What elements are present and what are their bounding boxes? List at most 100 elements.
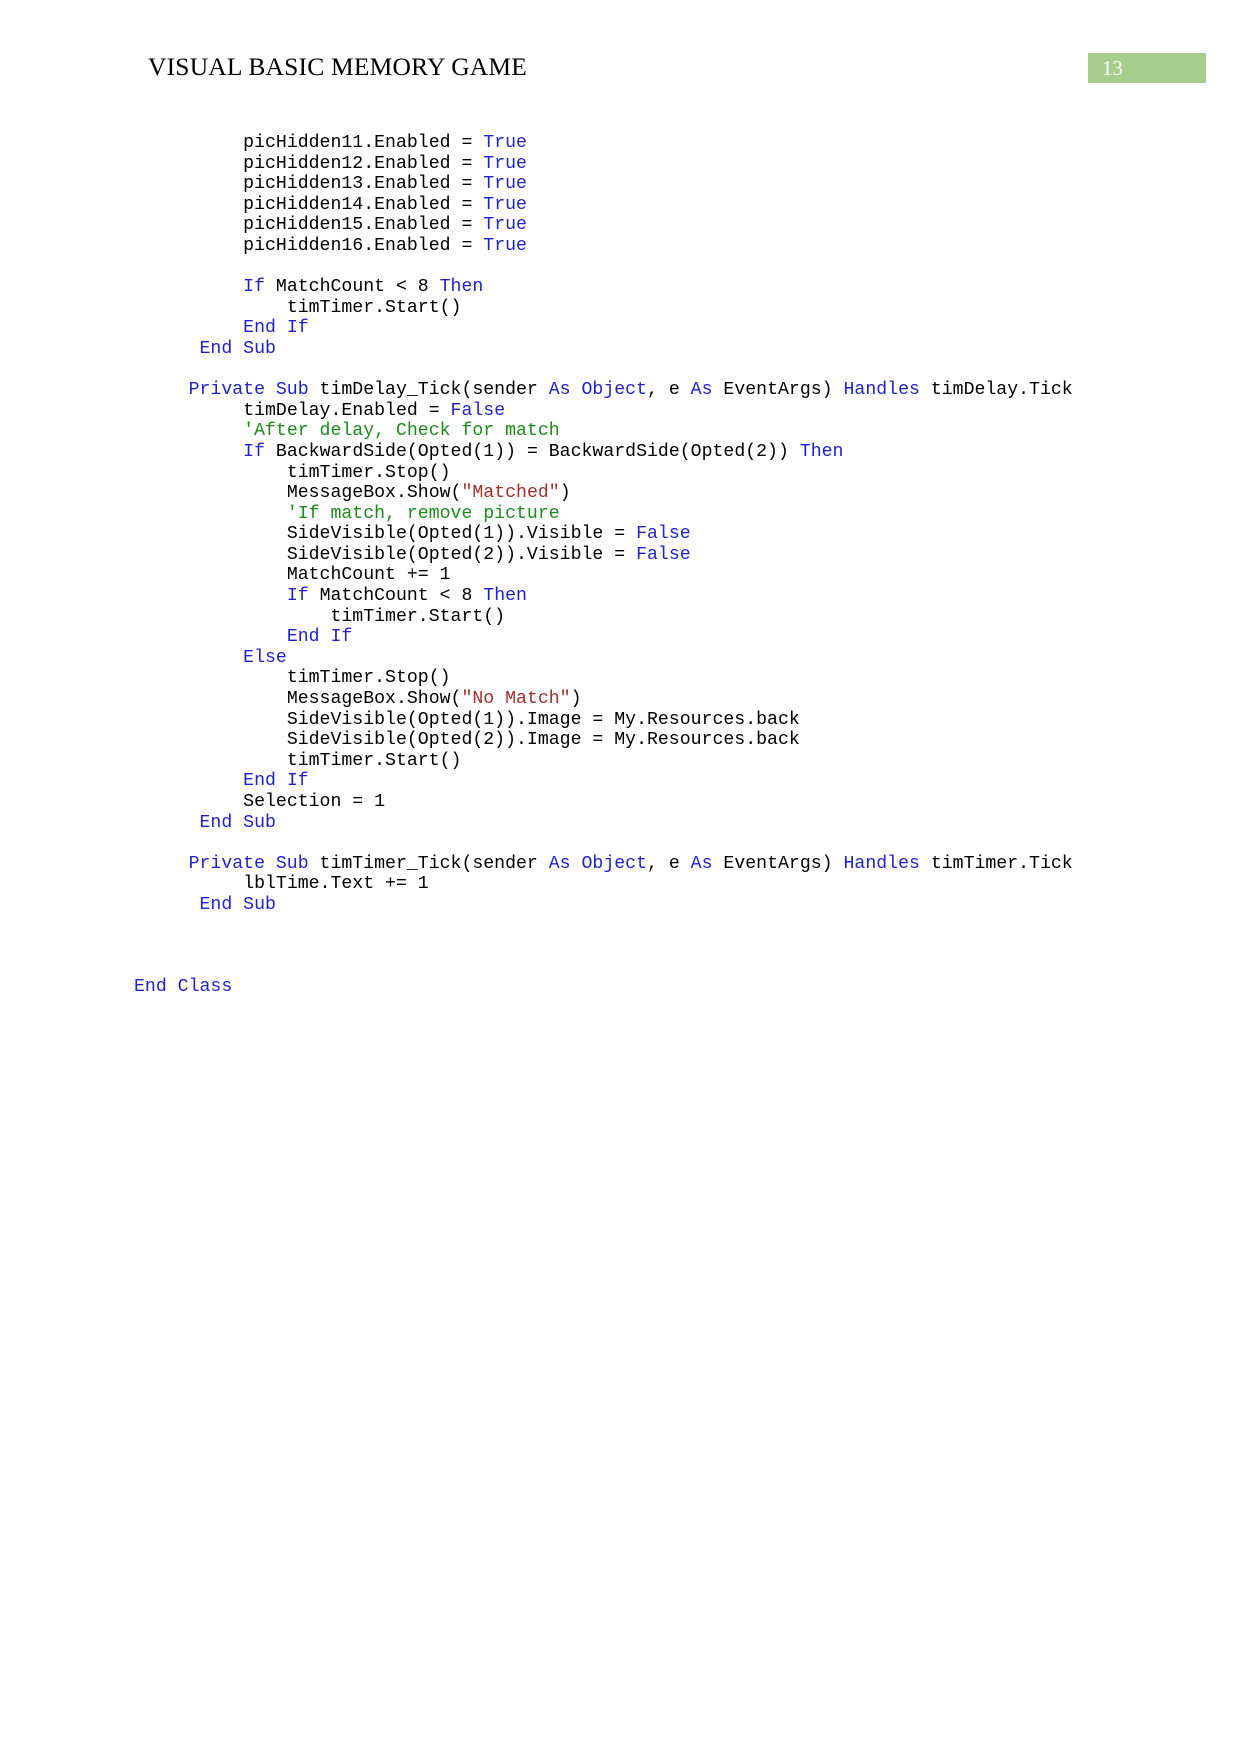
- code-token-pln: , e: [647, 380, 691, 401]
- code-token-pln: timTimer.Start(): [286, 297, 462, 318]
- code-token-kw: End Sub: [199, 812, 276, 833]
- code-token-pln: timDelay.Tick: [919, 380, 1073, 401]
- code-token-pln: picHidden15.Enabled =: [243, 215, 484, 236]
- code-token-cmt: 'If match, remove picture: [286, 503, 560, 524]
- code-line: SideVisible(Opted(2)).Visible = False: [134, 545, 1114, 566]
- code-listing: picHidden11.Enabled = True picHidden12.E…: [134, 133, 1114, 998]
- code-token-kw: Then: [483, 586, 527, 607]
- code-token-pln: timTimer.Start(): [286, 750, 462, 771]
- code-token-kw: If: [243, 441, 265, 462]
- code-token-kw: If: [243, 277, 265, 298]
- code-line: timTimer.Start(): [134, 298, 1114, 319]
- code-line: If MatchCount < 8 Then: [134, 277, 1114, 298]
- code-token-pln: picHidden13.Enabled =: [243, 174, 484, 195]
- code-token-kw: True: [483, 215, 527, 236]
- code-token-pln: ): [559, 483, 571, 504]
- code-token-pln: picHidden12.Enabled =: [243, 153, 484, 174]
- code-token-kw: As Object: [548, 380, 647, 401]
- code-line: 'If match, remove picture: [134, 504, 1114, 525]
- code-line: Private Sub timTimer_Tick(sender As Obje…: [134, 854, 1114, 875]
- code-line: End Class: [134, 977, 1114, 998]
- page-header: VISUAL BASIC MEMORY GAME 13: [0, 0, 1241, 110]
- code-token-pln: MatchCount < 8: [308, 586, 484, 607]
- code-token-pln: MessageBox.Show(: [286, 689, 462, 710]
- code-token-kw: End If: [243, 318, 309, 339]
- code-line: timTimer.Stop(): [134, 668, 1114, 689]
- code-line: lblTime.Text += 1: [134, 874, 1114, 895]
- code-token-pln: picHidden11.Enabled =: [243, 133, 484, 153]
- code-token-kw: Then: [439, 277, 484, 298]
- code-token-kw: As Object: [548, 853, 647, 874]
- code-token-kw: Private Sub: [188, 380, 309, 401]
- code-token-kw: As: [690, 853, 713, 874]
- code-token-str: "No Match": [461, 689, 571, 710]
- code-token-cmt: 'After delay, Check for match: [243, 421, 560, 442]
- code-token-kw: Else: [243, 647, 287, 668]
- code-token-kw: False: [636, 524, 691, 545]
- code-token-kw: True: [483, 194, 527, 215]
- code-token-kw: Private Sub: [188, 853, 309, 874]
- code-token-str: "Matched": [461, 483, 560, 504]
- code-line: End Sub: [134, 895, 1114, 916]
- code-token-kw: True: [483, 133, 527, 153]
- code-token-pln: EventArgs): [712, 380, 844, 401]
- code-token-kw: End If: [243, 771, 309, 792]
- code-token-kw: Handles: [843, 380, 920, 401]
- page-number-label: 13: [1102, 56, 1123, 80]
- code-token-kw: True: [483, 235, 527, 256]
- code-line: SideVisible(Opted(2)).Image = My.Resourc…: [134, 730, 1114, 751]
- document-title: VISUAL BASIC MEMORY GAME: [148, 52, 528, 81]
- code-token-pln: timDelay.Enabled =: [243, 400, 451, 421]
- code-token-kw: End Sub: [199, 338, 276, 359]
- code-line: timDelay.Enabled = False: [134, 401, 1114, 422]
- code-token-pln: MatchCount < 8: [265, 277, 440, 298]
- code-line: MessageBox.Show("Matched"): [134, 483, 1114, 504]
- code-line: timTimer.Stop(): [134, 463, 1114, 484]
- code-line: End Sub: [134, 813, 1114, 834]
- code-token-pln: timDelay_Tick(sender: [308, 380, 549, 401]
- code-token-pln: SideVisible(Opted(1)).Visible =: [286, 524, 637, 545]
- code-token-pln: picHidden16.Enabled =: [243, 235, 484, 256]
- code-line: picHidden16.Enabled = True: [134, 236, 1114, 257]
- code-token-pln: SideVisible(Opted(2)).Visible =: [286, 544, 637, 565]
- code-token-pln: timTimer.Stop(): [286, 462, 451, 483]
- code-token-pln: BackwardSide(Opted(1)) = BackwardSide(Op…: [265, 441, 800, 462]
- code-token-kw: True: [483, 174, 527, 195]
- code-token-pln: timTimer.Stop(): [286, 668, 451, 689]
- page-number-badge: 13: [1088, 53, 1206, 83]
- code-line: SideVisible(Opted(1)).Visible = False: [134, 524, 1114, 545]
- code-token-pln: EventArgs): [712, 853, 844, 874]
- code-line: If MatchCount < 8 Then: [134, 586, 1114, 607]
- code-line: Else: [134, 648, 1114, 669]
- code-line: SideVisible(Opted(1)).Image = My.Resourc…: [134, 710, 1114, 731]
